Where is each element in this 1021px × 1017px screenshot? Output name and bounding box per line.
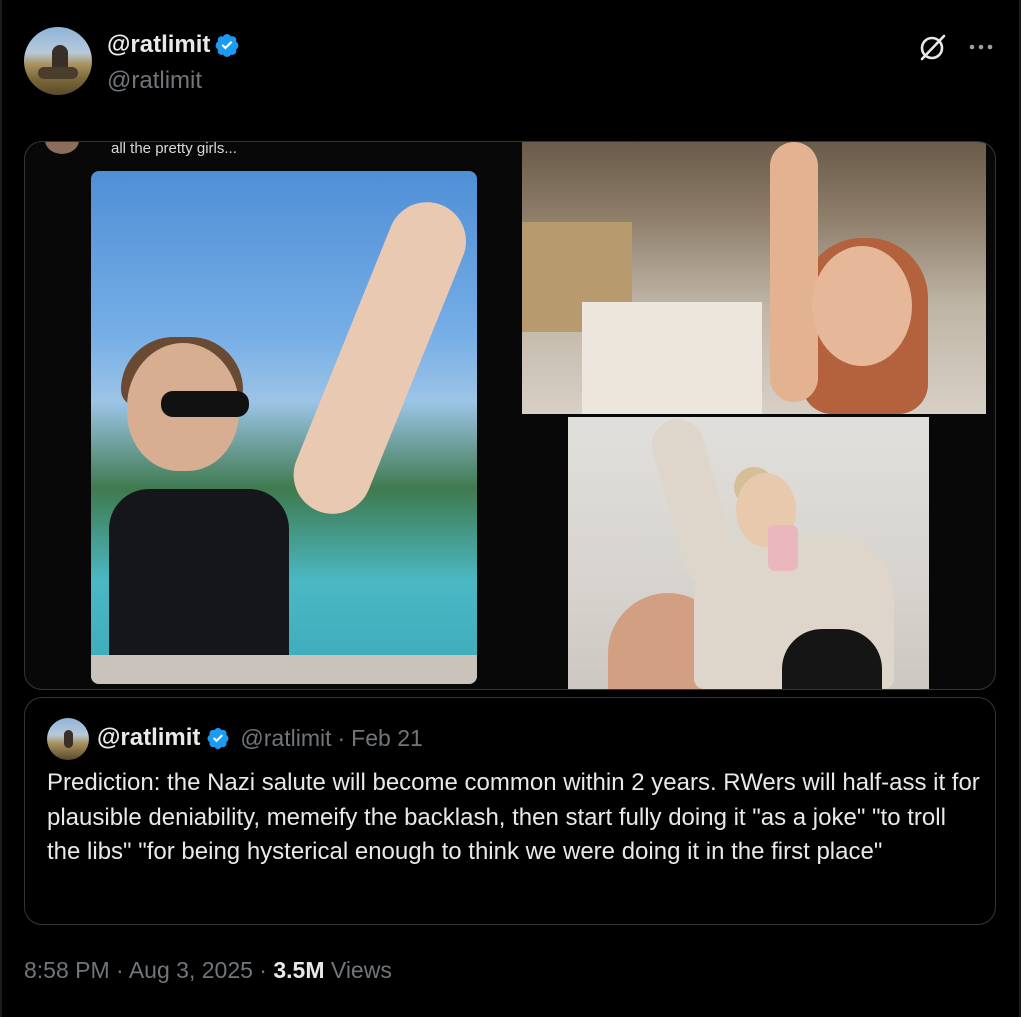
photo-phone: [768, 525, 798, 571]
tweet-header: @ratlimit @ratlimit: [24, 27, 999, 99]
separator-dot: ·: [337, 724, 346, 751]
photo-sunglasses: [161, 391, 249, 417]
photo-arm: [281, 190, 477, 526]
tweet-date[interactable]: Aug 3, 2025: [129, 957, 253, 983]
quoted-tweet-text: Prediction: the Nazi salute will become …: [47, 769, 980, 865]
avatar-figure: [64, 730, 73, 748]
quoted-tweet-date[interactable]: Feb 21: [351, 725, 423, 752]
embedded-caption-text: all the pretty girls...: [111, 141, 237, 157]
grok-icon[interactable]: [917, 31, 949, 63]
quoted-tweet-header: @ratlimit @ratlimit · Feb 21: [97, 724, 423, 752]
quoted-author-avatar[interactable]: [47, 718, 89, 760]
photo-kitchen-salute: [522, 142, 986, 414]
verified-badge-icon: [206, 726, 230, 750]
quoted-tweet-card[interactable]: @ratlimit @ratlimit · Feb 21 Prediction:…: [24, 697, 996, 925]
author-display-name[interactable]: @ratlimit: [107, 31, 210, 59]
quoted-author-handle[interactable]: @ratlimit: [240, 725, 331, 752]
tweet-media-image[interactable]: all the pretty girls...: [24, 141, 996, 690]
separator-dot: ·: [116, 957, 124, 983]
photo-head: [812, 246, 912, 366]
views-label: Views: [330, 957, 392, 983]
photo-fridge: [582, 302, 762, 414]
photo-arm: [645, 417, 743, 591]
verified-badge-icon: [214, 32, 240, 58]
embedded-avatar: [45, 142, 79, 154]
embedded-caption-row: all the pretty girls...: [45, 142, 525, 160]
photo-arm: [770, 142, 818, 402]
author-handle[interactable]: @ratlimit: [107, 67, 202, 95]
avatar-figure-base: [38, 67, 78, 79]
left-frame-border: [0, 0, 2, 1017]
author-avatar[interactable]: [24, 27, 92, 95]
views-count: 3.5M: [273, 957, 325, 983]
author-name-row: @ratlimit: [107, 31, 240, 59]
more-options-icon[interactable]: [964, 31, 998, 63]
tweet-meta: 8:58 PM · Aug 3, 2025 · 3.5M Views: [24, 957, 392, 984]
quoted-author-display-name[interactable]: @ratlimit: [97, 724, 200, 752]
separator-dot: ·: [259, 957, 267, 983]
photo-pool-salute: [91, 171, 477, 684]
photo-rail: [91, 655, 477, 684]
photo-mirror-selfie-salute: [568, 417, 929, 689]
photo-dog: [782, 629, 882, 689]
tweet-time[interactable]: 8:58 PM: [24, 957, 110, 983]
